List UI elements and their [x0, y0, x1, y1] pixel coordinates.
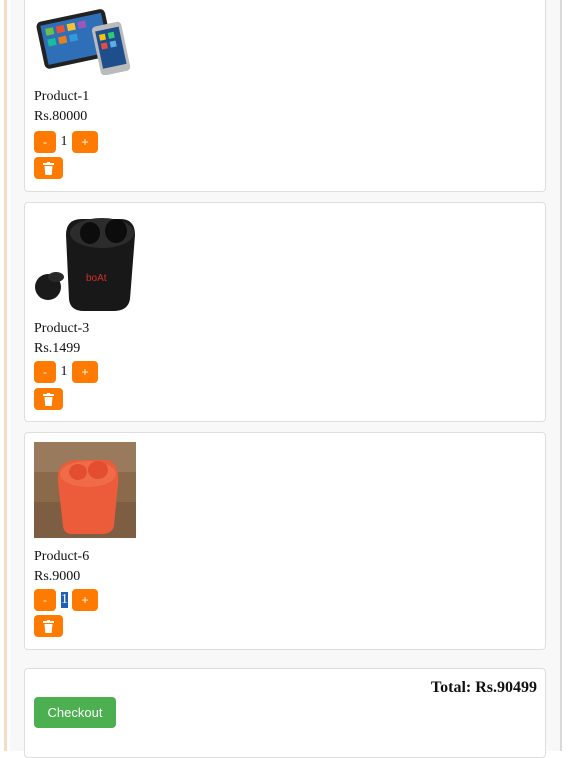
- quantity-stepper: - 1 +: [34, 361, 98, 383]
- left-border: [4, 0, 7, 751]
- product-name: Product-1: [34, 89, 90, 104]
- checkout-button[interactable]: Checkout: [34, 697, 116, 728]
- cart-summary: Total: Rs.90499 Checkout: [24, 668, 546, 758]
- product-price: Rs.9000: [34, 569, 81, 584]
- increase-quantity-button[interactable]: +: [72, 361, 98, 383]
- quantity-stepper: - 1 +: [34, 131, 98, 153]
- product-price: Rs.1499: [34, 341, 81, 356]
- quantity-stepper: - 1 +: [34, 589, 98, 611]
- cart-item: boAt Product-3 Rs.1499 - 1 +: [24, 202, 546, 422]
- product-image: [34, 442, 136, 538]
- increase-quantity-button[interactable]: +: [72, 131, 98, 153]
- increase-quantity-button[interactable]: +: [72, 589, 98, 611]
- delete-item-button[interactable]: [34, 388, 63, 410]
- product-image: [36, 9, 131, 75]
- delete-item-button[interactable]: [34, 615, 63, 637]
- quantity-value: 1: [60, 134, 68, 149]
- scrollbar-track[interactable]: [560, 0, 562, 751]
- cart-total: Total: Rs.90499: [430, 679, 537, 696]
- decrease-quantity-button[interactable]: -: [34, 589, 56, 611]
- quantity-value: 1: [60, 364, 68, 379]
- product-image: boAt: [35, 218, 135, 311]
- svg-text:boAt: boAt: [86, 273, 107, 284]
- decrease-quantity-button[interactable]: -: [34, 361, 56, 383]
- decrease-quantity-button[interactable]: -: [34, 131, 56, 153]
- cart-item: Product-1 Rs.80000 - 1 +: [24, 0, 546, 192]
- cart-item: Product-6 Rs.9000 - 1 +: [24, 432, 546, 650]
- product-price: Rs.80000: [34, 109, 88, 124]
- product-name: Product-3: [34, 321, 90, 336]
- trash-icon: [43, 619, 54, 633]
- product-name: Product-6: [34, 549, 90, 564]
- quantity-value: 1: [61, 592, 68, 608]
- trash-icon: [43, 161, 54, 175]
- delete-item-button[interactable]: [34, 157, 63, 179]
- trash-icon: [43, 392, 54, 406]
